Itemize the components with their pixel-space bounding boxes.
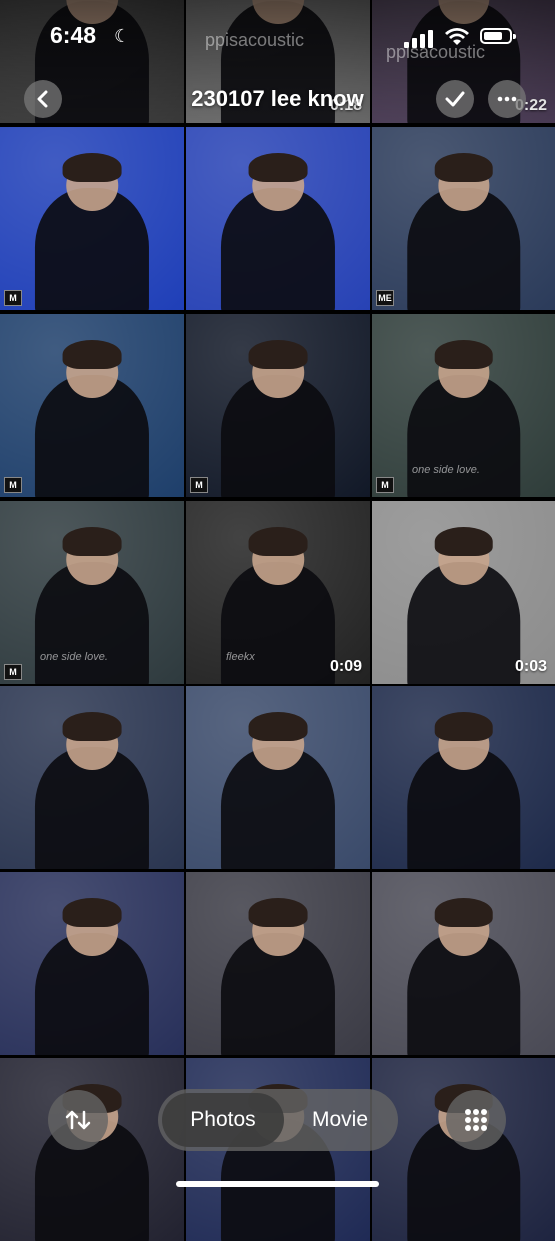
performer-hair: [434, 526, 493, 556]
photo-thumbnail[interactable]: [0, 1058, 184, 1241]
media-type-segmented-control: Photos Movie: [158, 1089, 398, 1151]
performer-hair: [248, 526, 308, 556]
watermark-text-right: ppisacoustic: [386, 42, 486, 62]
photo-thumbnail[interactable]: [372, 1058, 555, 1241]
photo-thumbnail[interactable]: [0, 686, 184, 869]
photo-thumbnail[interactable]: ME: [372, 127, 555, 310]
grid-icon: [465, 1109, 487, 1131]
photo-thumbnail[interactable]: fleekx 0:09: [186, 501, 370, 684]
photo-thumbnail[interactable]: [186, 872, 370, 1055]
performer-hair: [434, 152, 493, 182]
photo-thumbnail[interactable]: M: [0, 127, 184, 310]
photo-caption-watermark: one side love.: [412, 464, 480, 476]
performer-hair: [434, 897, 493, 927]
performer-hair: [62, 897, 122, 927]
performer-hair: [434, 339, 493, 369]
watermark-text: ppisacoustic: [205, 30, 305, 50]
photo-caption-watermark: one side love.: [40, 651, 108, 663]
photo-thumbnail[interactable]: [372, 686, 555, 869]
photo-grid: 0:180:22MMEMMMone side love.Mone side lo…: [0, 0, 555, 1241]
video-duration-label: 0:09: [329, 658, 362, 675]
grid-view-button[interactable]: [446, 1090, 506, 1150]
select-button[interactable]: [436, 80, 474, 118]
arrow-up-down-icon: [65, 1110, 91, 1130]
broadcast-logo-badge: M: [4, 477, 22, 493]
more-options-button[interactable]: [488, 80, 526, 118]
broadcast-logo-badge: ME: [376, 290, 394, 306]
wifi-icon: [445, 28, 469, 45]
tab-photos[interactable]: Photos: [162, 1093, 284, 1147]
photo-thumbnail[interactable]: M: [0, 314, 184, 497]
performer-hair: [248, 711, 308, 741]
photo-thumbnail[interactable]: M: [186, 314, 370, 497]
performer-hair: [248, 897, 308, 927]
photo-thumbnail[interactable]: [0, 872, 184, 1055]
broadcast-logo-badge: M: [4, 290, 22, 306]
performer-hair: [62, 711, 122, 741]
photo-thumbnail[interactable]: [186, 686, 370, 869]
home-indicator: [176, 1181, 379, 1187]
focus-moon-icon: ☾: [114, 26, 131, 46]
photo-thumbnail[interactable]: [372, 872, 555, 1055]
ellipsis-icon: [497, 96, 517, 102]
photo-caption-watermark: fleekx: [226, 651, 255, 663]
status-time: 6:48: [50, 22, 97, 48]
performer-hair: [248, 339, 308, 369]
photo-thumbnail[interactable]: 0:03: [372, 501, 555, 684]
tab-movie[interactable]: Movie: [286, 1093, 394, 1147]
performer-hair: [62, 526, 122, 556]
performer-hair: [62, 152, 122, 182]
cellular-signal-icon: [404, 30, 434, 48]
broadcast-logo-badge: M: [4, 664, 22, 680]
photo-thumbnail[interactable]: Mone side love.: [372, 314, 555, 497]
broadcast-logo-badge: M: [376, 477, 394, 493]
battery-icon: [480, 28, 516, 44]
sort-button[interactable]: [48, 1090, 108, 1150]
checkmark-icon: [445, 91, 465, 107]
performer-hair: [434, 711, 493, 741]
photo-thumbnail[interactable]: Mone side love.: [0, 501, 184, 684]
video-duration-label: 0:03: [514, 658, 547, 675]
broadcast-logo-badge: M: [190, 477, 208, 493]
performer-hair: [62, 339, 122, 369]
performer-hair: [248, 152, 308, 182]
photo-thumbnail[interactable]: [186, 127, 370, 310]
